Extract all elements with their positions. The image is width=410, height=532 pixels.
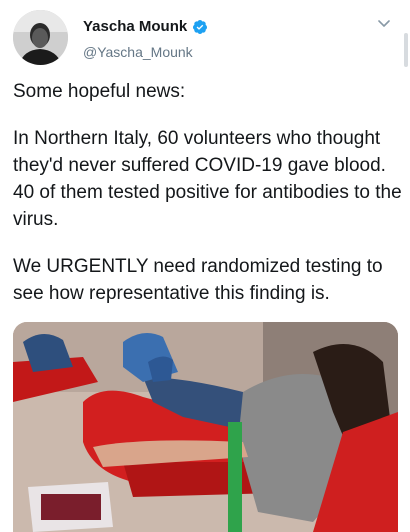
verified-badge-icon bbox=[192, 19, 208, 35]
tweet-header: Yascha Mounk @Yascha_Mounk bbox=[13, 10, 400, 70]
display-name[interactable]: Yascha Mounk bbox=[83, 18, 187, 35]
chevron-down-icon[interactable] bbox=[376, 16, 392, 32]
tweet-text: Some hopeful news: In Northern Italy, 60… bbox=[13, 78, 403, 307]
tweet-paragraph: In Northern Italy, 60 volunteers who tho… bbox=[13, 128, 402, 230]
tweet-media-image[interactable] bbox=[13, 322, 398, 532]
handle[interactable]: @Yascha_Mounk bbox=[83, 44, 208, 60]
avatar[interactable] bbox=[13, 10, 68, 65]
tweet-paragraph: We URGENTLY need randomized testing to s… bbox=[13, 256, 383, 304]
user-block: Yascha Mounk @Yascha_Mounk bbox=[83, 18, 208, 60]
display-name-row: Yascha Mounk bbox=[83, 18, 208, 35]
scroll-indicator[interactable] bbox=[404, 33, 408, 67]
tweet-paragraph: Some hopeful news: bbox=[13, 81, 186, 102]
